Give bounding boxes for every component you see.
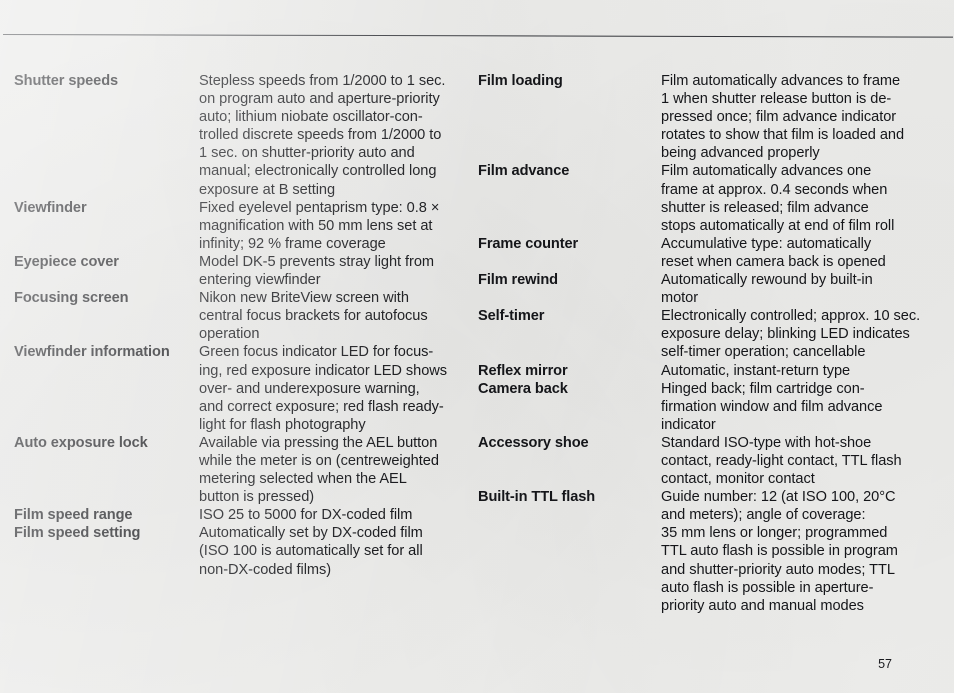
spec-row: Film loading Film automatically advances…: [478, 72, 940, 162]
spec-label: Camera back: [478, 380, 568, 397]
spec-value: Automatic, instant-return type: [661, 362, 851, 379]
spec-row: Built-in TTL flash Guide number: 12 (at …: [478, 488, 940, 615]
specifications-page: Shutter speeds Stepless speeds from 1/20…: [0, 0, 954, 693]
spec-value: Electronically controlled; approx. 10 se…: [661, 308, 921, 361]
spec-value: Stepless speeds from 1/2000 to 1 sec. on…: [199, 73, 446, 198]
spec-row: Reflex mirror Automatic, instant-return …: [478, 362, 940, 380]
spec-label: Eyepiece cover: [14, 253, 119, 270]
header-rule: [2, 34, 953, 38]
spec-value: Automatically rewound by built-in motor: [661, 272, 873, 307]
spec-value: Guide number: 12 (at ISO 100, 20°C and m…: [661, 489, 898, 614]
spec-value: Available via pressing the AEL button wh…: [199, 434, 439, 506]
spec-row: Auto exposure lock Available via pressin…: [14, 434, 469, 506]
spec-label: Reflex mirror: [478, 362, 568, 379]
spec-label: Auto exposure lock: [14, 434, 148, 451]
spec-label: Film advance: [478, 163, 570, 180]
spec-row: Shutter speeds Stepless speeds from 1/20…: [14, 72, 469, 199]
specifications-left-column: Shutter speeds Stepless speeds from 1/20…: [14, 72, 469, 579]
specifications-right-column: Film loading Film automatically advances…: [478, 72, 940, 615]
spec-label: Accessory shoe: [478, 434, 589, 451]
spec-row: Focusing screen Nikon new BriteView scre…: [14, 289, 469, 343]
spec-label: Film loading: [478, 73, 563, 89]
spec-row: Film speed setting Automatically set by …: [14, 524, 469, 578]
spec-value: Film automatically advances one frame at…: [661, 163, 895, 234]
spec-value: Automatically set by DX-coded film (ISO …: [199, 525, 423, 578]
spec-value: Accumulative type: automatically reset w…: [661, 235, 886, 270]
spec-value: Standard ISO-type with hot-shoe contact,…: [661, 434, 902, 488]
spec-row: Frame counter Accumulative type: automat…: [478, 235, 940, 271]
spec-label: Built-in TTL flash: [478, 489, 596, 506]
spec-row: Eyepiece cover Model DK-5 prevents stray…: [14, 253, 469, 289]
spec-label: Viewfinder information: [14, 344, 170, 361]
spec-label: Film speed setting: [14, 525, 141, 542]
spec-row: Film rewind Automatically rewound by bui…: [478, 271, 940, 307]
spec-label: Focusing screen: [14, 290, 129, 307]
spec-row: Self-timer Electronically controlled; ap…: [478, 307, 940, 361]
spec-value: Green focus indicator LED for focus- ing…: [199, 344, 447, 433]
spec-row: Viewfinder information Green focus indic…: [14, 343, 469, 433]
spec-value: Film automatically advances to frame 1 w…: [661, 73, 905, 162]
spec-row: Accessory shoe Standard ISO-type with ho…: [478, 434, 940, 488]
spec-row: Viewfinder Fixed eyelevel pentaprism typ…: [14, 199, 469, 253]
spec-row: Film speed range ISO 25 to 5000 for DX-c…: [14, 506, 469, 524]
spec-row: Camera back Hinged back; film cartridge …: [478, 380, 940, 434]
spec-value: Fixed eyelevel pentaprism type: 0.8 × ma…: [199, 199, 440, 252]
spec-label: Shutter speeds: [14, 73, 119, 89]
spec-label: Viewfinder: [14, 199, 87, 216]
spec-label: Film rewind: [478, 272, 558, 289]
spec-value: Model DK-5 prevents stray light from ent…: [199, 253, 435, 289]
spec-value: ISO 25 to 5000 for DX-coded film: [199, 507, 413, 524]
page-number: 57: [878, 657, 892, 671]
spec-row: Film advance Film automatically advances…: [478, 162, 940, 234]
spec-label: Frame counter: [478, 235, 579, 252]
spec-label: Self-timer: [478, 308, 545, 325]
spec-value: Nikon new BriteView screen with central …: [199, 290, 428, 343]
spec-value: Hinged back; film cartridge con- firmati…: [661, 380, 883, 433]
spec-label: Film speed range: [14, 507, 133, 524]
